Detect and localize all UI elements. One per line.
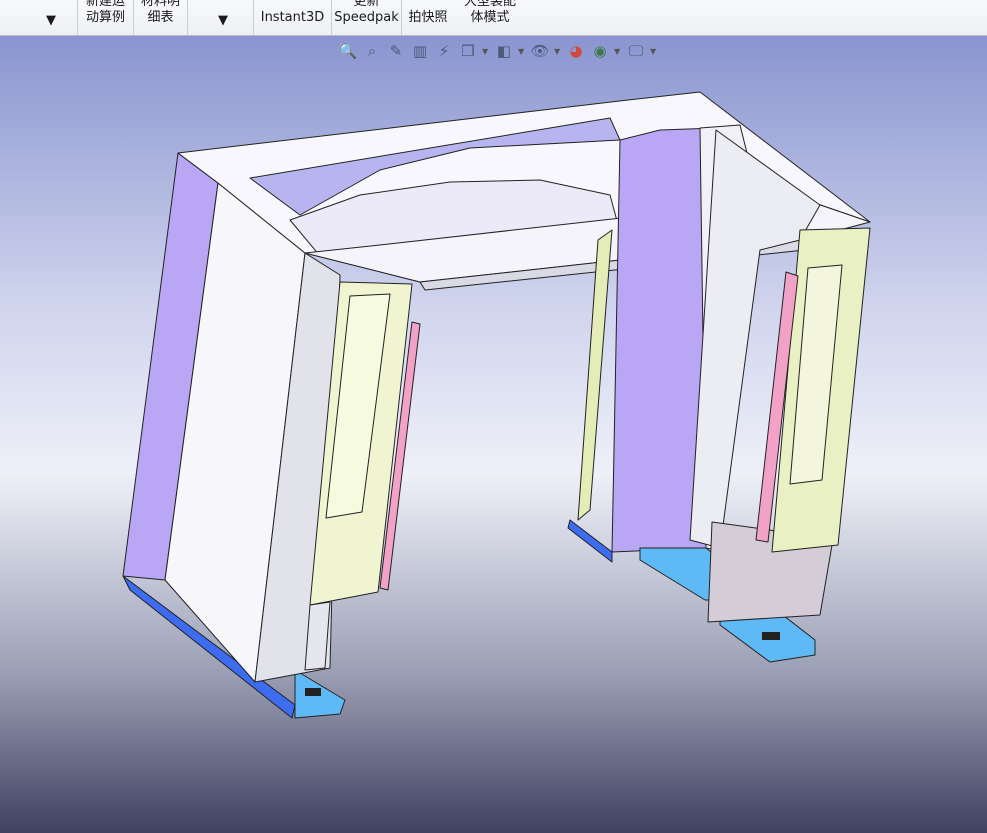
assembly-model[interactable] bbox=[0, 0, 987, 833]
right-base-strip bbox=[567, 519, 613, 563]
base-cutout bbox=[762, 632, 780, 640]
base-cutout bbox=[305, 688, 321, 696]
